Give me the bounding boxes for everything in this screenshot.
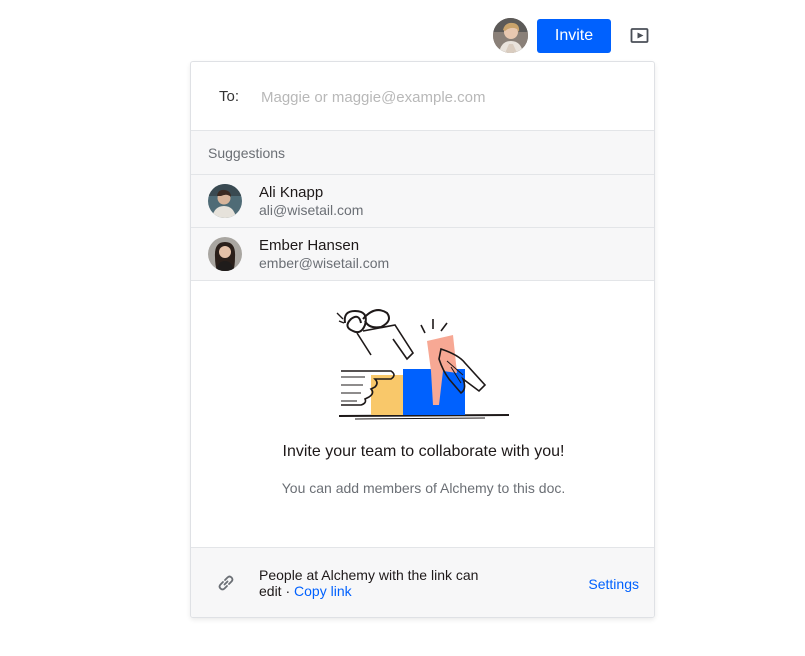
empty-state-subtitle: You can add members of Alchemy to this d… [281,480,566,496]
share-description: People at Alchemy with the link can edit… [259,567,499,599]
avatar-image [493,18,528,53]
current-user-avatar[interactable] [493,18,528,53]
collaboration-illustration [335,305,513,423]
copy-link-button[interactable]: Copy link [294,583,352,599]
suggestions-heading: Suggestions [191,131,654,175]
invite-panel: To: Suggestions Ali Knapp ali@wisetail.c… [190,61,655,618]
suggestion-email: ali@wisetail.com [259,202,364,218]
suggestion-item[interactable]: Ali Knapp ali@wisetail.com [191,175,654,228]
suggestion-email: ember@wisetail.com [259,255,390,271]
avatar [208,184,242,218]
recipient-input[interactable] [261,82,631,112]
empty-state-title: Invite your team to collaborate with you… [282,443,565,460]
suggestion-item[interactable]: Ember Hansen ember@wisetail.com [191,228,654,281]
settings-link[interactable]: Settings [588,576,639,592]
present-icon[interactable] [629,27,651,45]
avatar [208,237,242,271]
top-bar: Invite [0,18,805,54]
suggestion-name: Ember Hansen [259,237,360,254]
recipient-row: To: [191,62,654,131]
link-icon [215,572,237,594]
separator: · [281,583,295,599]
share-footer: People at Alchemy with the link can edit… [191,547,654,617]
to-label: To: [219,88,240,105]
invite-button[interactable]: Invite [537,19,611,53]
suggestion-name: Ali Knapp [259,184,324,201]
